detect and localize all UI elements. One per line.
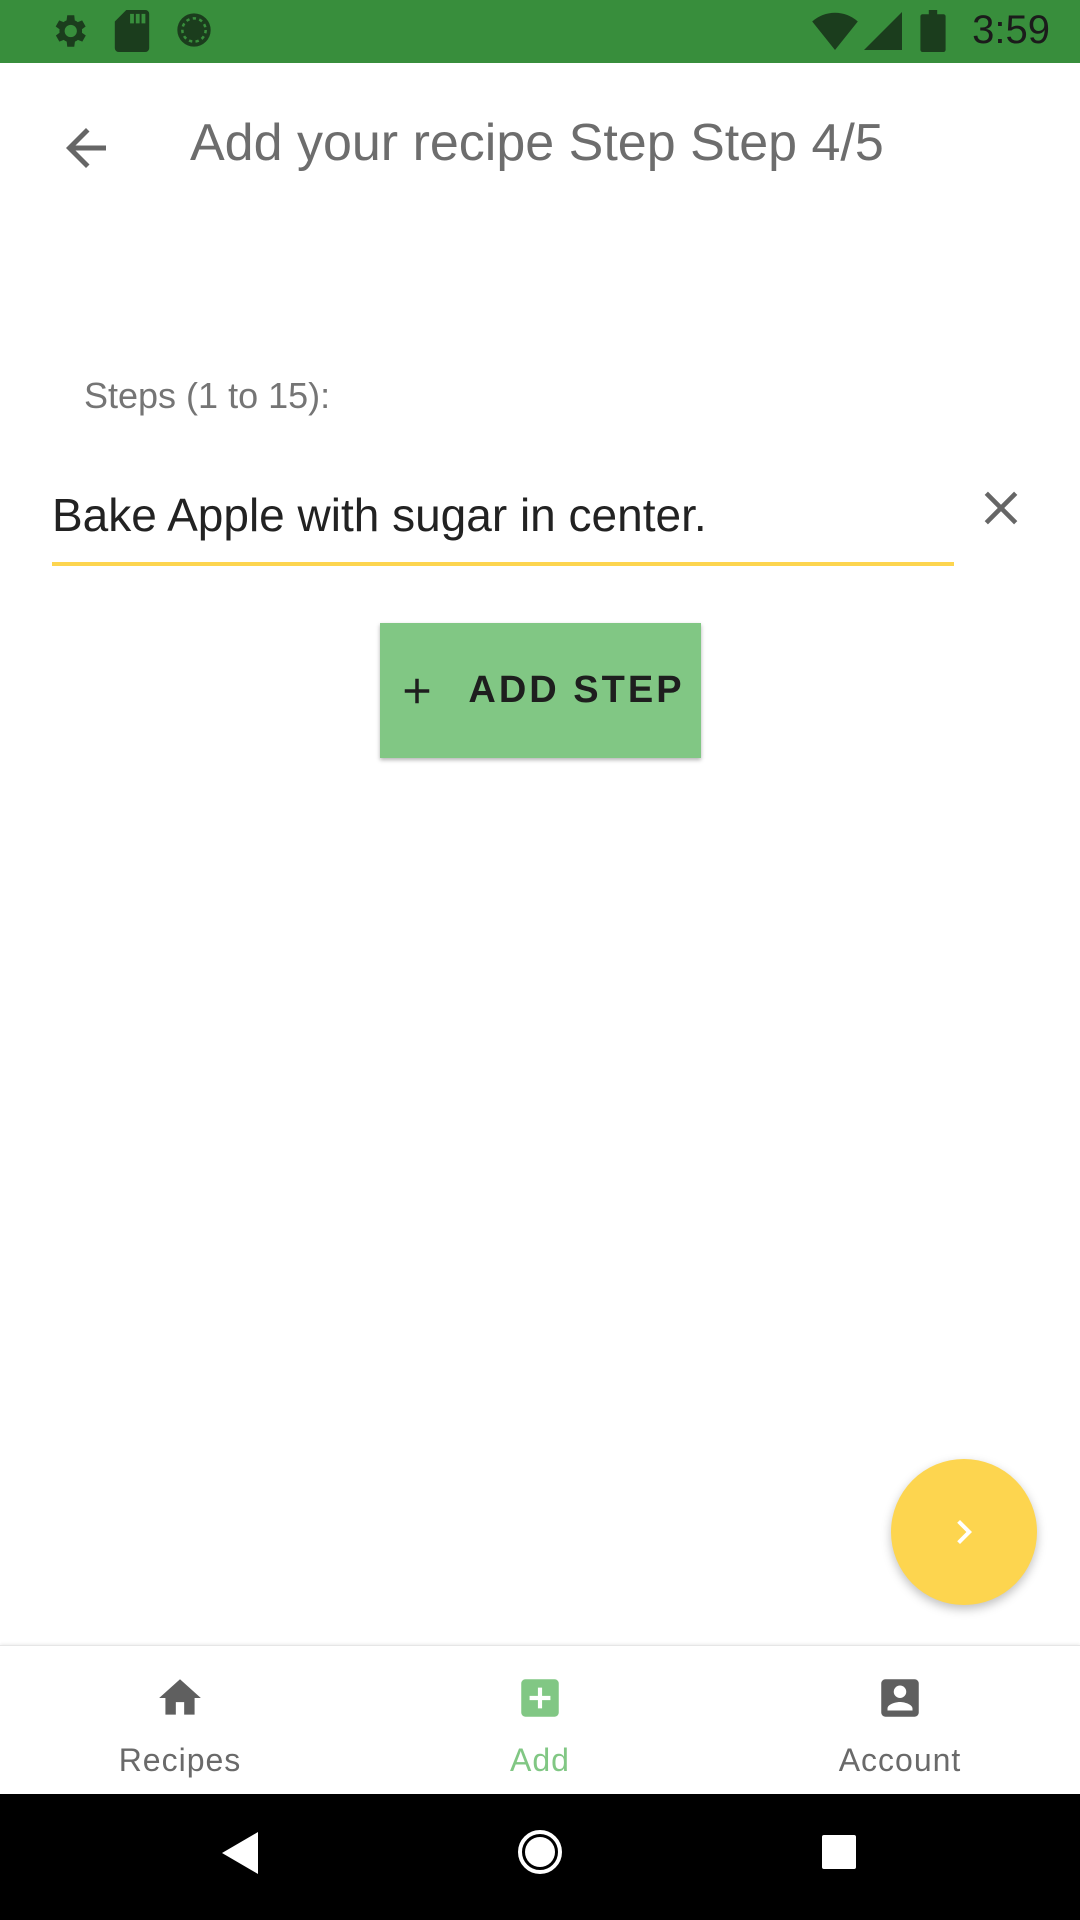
page-title: Add your recipe Step Step 4/5 (190, 114, 884, 172)
sd-card-icon (114, 10, 150, 52)
wifi-icon (812, 12, 858, 50)
battery-icon (920, 10, 946, 52)
status-bar: 3:59 (0, 0, 1080, 63)
nav-label-add: Add (510, 1742, 570, 1778)
steps-label: Steps (1 to 15): (84, 375, 331, 416)
next-step-fab[interactable] (891, 1459, 1037, 1605)
app-bar: Add your recipe Step Step 4/5 (0, 63, 1080, 223)
arrow-back-icon (66, 128, 106, 168)
recents-square-icon[interactable] (822, 1835, 856, 1869)
home-icon (159, 1679, 201, 1715)
status-time: 3:59 (972, 8, 1050, 52)
nav-item-recipes[interactable]: Recipes (0, 1646, 360, 1795)
screen: 3:59 Add your recipe Step Step 4/5 Steps… (0, 0, 1080, 1920)
add-step-button[interactable]: ADD STEP (380, 623, 701, 758)
plus-icon (405, 678, 430, 703)
nav-label-account: Account (838, 1742, 962, 1778)
remove-step-button[interactable] (973, 480, 1029, 536)
back-triangle-icon[interactable] (222, 1832, 258, 1874)
nav-label-recipes: Recipes (118, 1742, 242, 1778)
bottom-navigation: Recipes Add Account (0, 1645, 1080, 1795)
step-input[interactable] (52, 488, 954, 542)
nav-item-add[interactable]: Add (360, 1646, 720, 1795)
add-step-label: ADD STEP (468, 669, 685, 711)
sync-icon (177, 13, 211, 47)
step-input-container (52, 480, 954, 566)
settings-icon (55, 15, 86, 47)
chevron-right-icon (957, 1520, 972, 1544)
account-box-icon (881, 1679, 919, 1717)
add-box-icon (521, 1679, 559, 1717)
system-navigation-bar (0, 1794, 1080, 1920)
home-circle-icon[interactable] (515, 1827, 565, 1877)
nav-item-account[interactable]: Account (720, 1646, 1080, 1795)
back-button[interactable] (56, 118, 116, 178)
close-icon (984, 491, 1018, 525)
signal-icon (864, 12, 902, 50)
